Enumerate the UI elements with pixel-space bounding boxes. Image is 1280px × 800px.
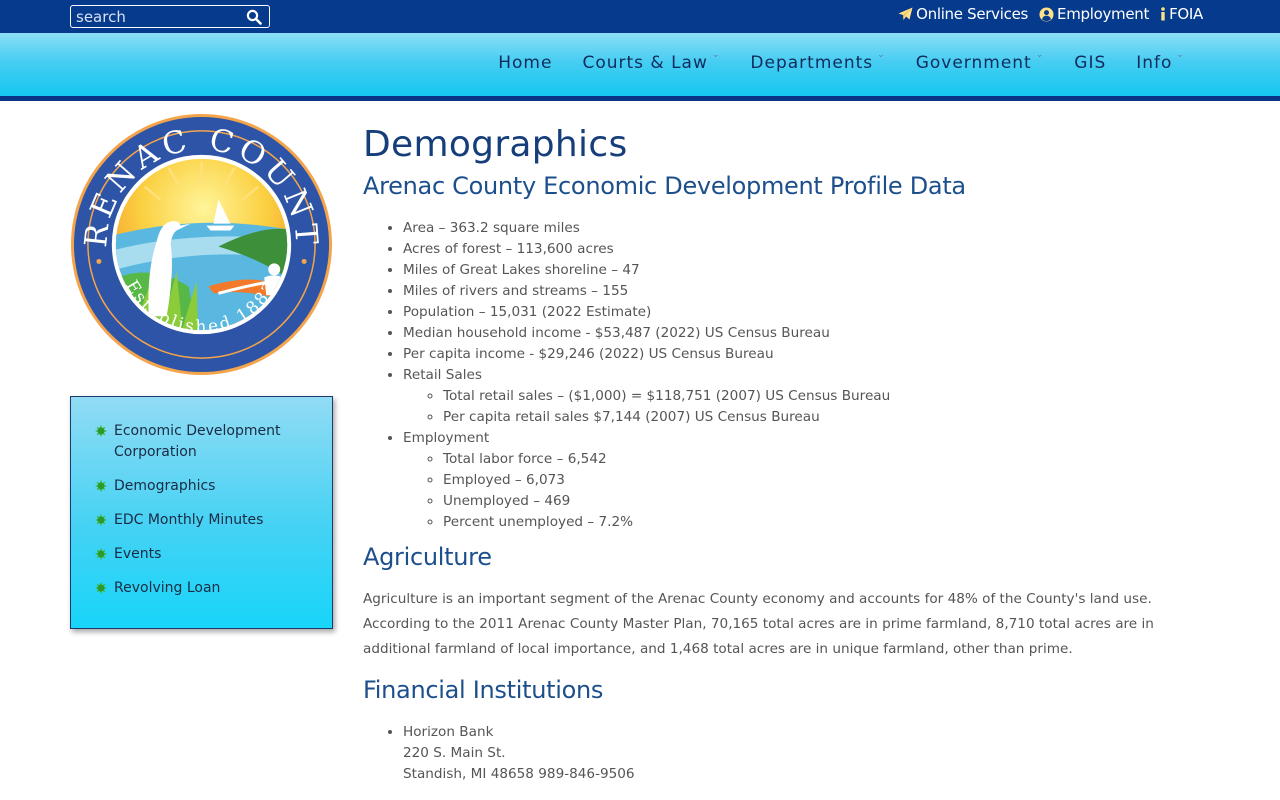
nav-item-departments[interactable]: Departments ⌄: [750, 50, 886, 73]
nav-item-label: Government: [915, 53, 1032, 73]
search-input[interactable]: [76, 8, 241, 26]
main-navigation-bar: Home Courts & Law ⌄ Departments ⌄ Govern…: [0, 33, 1280, 96]
sidebar-list: Economic Development Corporation Demogra…: [95, 421, 320, 612]
green-bullet-icon: [95, 514, 107, 526]
list-item: Per capita income - $29,246 (2022) US Ce…: [403, 344, 1223, 365]
list-item-employment: Employment Total labor force – 6,542 Emp…: [403, 428, 1223, 533]
county-seal-logo[interactable]: ARENAC COUNTY Established 1883: [69, 112, 334, 377]
list-item: Per capita retail sales $7,144 (2007) US…: [443, 407, 1223, 428]
main-content: Demographics Arenac County Economic Deve…: [363, 124, 1223, 785]
list-item: Total retail sales – ($1,000) = $118,751…: [443, 386, 1223, 407]
utility-links: Online Services Employment FOIA: [898, 4, 1203, 24]
list-item: Area – 363.2 square miles: [403, 218, 1223, 239]
retail-sublist: Total retail sales – ($1,000) = $118,751…: [443, 386, 1223, 428]
sidebar-item-label: Events: [114, 546, 162, 562]
chevron-down-icon: ⌄: [877, 50, 886, 60]
sidebar-item-label: Demographics: [114, 478, 216, 494]
search-box: [70, 5, 270, 28]
employment-label: Employment: [1057, 5, 1150, 23]
list-item: Percent unemployed – 7.2%: [443, 512, 1223, 533]
agriculture-paragraph: Agriculture is an important segment of t…: [363, 591, 1154, 657]
nav-item-home[interactable]: Home: [498, 53, 552, 73]
section-title-profile: Arenac County Economic Development Profi…: [363, 172, 966, 200]
employment-link[interactable]: Employment: [1039, 5, 1149, 23]
chevron-down-icon: ⌄: [711, 50, 721, 60]
bank-address: 220 S. Main St.: [403, 745, 506, 761]
nav-item-courts-law[interactable]: Courts & Law ⌄: [582, 50, 721, 73]
green-bullet-icon: [95, 425, 107, 437]
bank-list-item: Horizon Bank 220 S. Main St. Standish, M…: [403, 722, 1223, 785]
sidebar-item-revolving-loan[interactable]: Revolving Loan: [95, 578, 320, 599]
top-utility-bar: Online Services Employment FOIA: [0, 0, 1280, 33]
user-circle-icon: [1039, 6, 1054, 22]
profile-facts-list: Area – 363.2 square miles Acres of fores…: [403, 218, 1223, 533]
nav-item-label: Courts & Law: [582, 53, 708, 73]
banks-list: Horizon Bank 220 S. Main St. Standish, M…: [403, 722, 1223, 785]
green-bullet-icon: [95, 582, 107, 594]
nav-item-label: Info: [1136, 53, 1173, 73]
main-nav: Home Courts & Law ⌄ Departments ⌄ Govern…: [468, 50, 1185, 73]
list-item: Population – 15,031 (2022 Estimate): [403, 302, 1223, 323]
sidebar-item-edc-monthly-minutes[interactable]: EDC Monthly Minutes: [95, 510, 320, 531]
list-item-retail-sales: Retail Sales Total retail sales – ($1,00…: [403, 365, 1223, 428]
nav-divider: [0, 96, 1280, 101]
bank-city-phone: Standish, MI 48658 989-846-9506: [403, 766, 635, 782]
chevron-down-icon: ⌄: [1035, 50, 1045, 60]
online-services-label: Online Services: [916, 5, 1029, 23]
online-services-link[interactable]: Online Services: [898, 5, 1028, 23]
list-item-label: Retail Sales: [403, 367, 482, 383]
employment-sublist: Total labor force – 6,542 Employed – 6,0…: [443, 449, 1223, 533]
list-item: Miles of Great Lakes shoreline – 47: [403, 260, 1223, 281]
paper-plane-icon: [898, 7, 913, 20]
nav-item-label: GIS: [1074, 53, 1107, 73]
green-bullet-icon: [95, 548, 107, 560]
sidebar-item-label: Revolving Loan: [114, 580, 221, 596]
sidebar-item-economic-development-corporation[interactable]: Economic Development Corporation: [95, 421, 320, 463]
section-title-financial-institutions: Financial Institutions: [363, 676, 604, 704]
sidebar-item-events[interactable]: Events: [95, 544, 320, 565]
search-icon: [246, 9, 262, 25]
sidebar-item-demographics[interactable]: Demographics: [95, 476, 320, 497]
nav-item-gis[interactable]: GIS: [1074, 53, 1106, 73]
list-item: Employed – 6,073: [443, 470, 1223, 491]
list-item: Total labor force – 6,542: [443, 449, 1223, 470]
list-item-label: Employment: [403, 430, 490, 446]
chevron-down-icon: ⌄: [1176, 50, 1185, 60]
sidebar-menu: Economic Development Corporation Demogra…: [70, 396, 333, 629]
nav-item-government[interactable]: Government ⌄: [915, 50, 1045, 73]
nav-item-info[interactable]: Info ⌄: [1136, 50, 1185, 73]
bank-name: Horizon Bank: [403, 724, 494, 740]
green-bullet-icon: [95, 480, 107, 492]
list-item: Unemployed – 469: [443, 491, 1223, 512]
sidebar-item-label: Economic Development Corporation: [114, 423, 281, 460]
nav-item-label: Home: [498, 53, 553, 73]
list-item: Acres of forest – 113,600 acres: [403, 239, 1223, 260]
sidebar-item-label: EDC Monthly Minutes: [114, 512, 264, 528]
nav-item-label: Departments: [750, 53, 874, 73]
list-item: Median household income - $53,487 (2022)…: [403, 323, 1223, 344]
info-icon: [1161, 7, 1165, 21]
foia-label: FOIA: [1169, 5, 1203, 23]
page-title: Demographics: [363, 124, 628, 165]
section-title-agriculture: Agriculture: [363, 543, 492, 571]
search-button[interactable]: [246, 9, 262, 25]
foia-link[interactable]: FOIA: [1160, 5, 1203, 23]
list-item: Miles of rivers and streams – 155: [403, 281, 1223, 302]
